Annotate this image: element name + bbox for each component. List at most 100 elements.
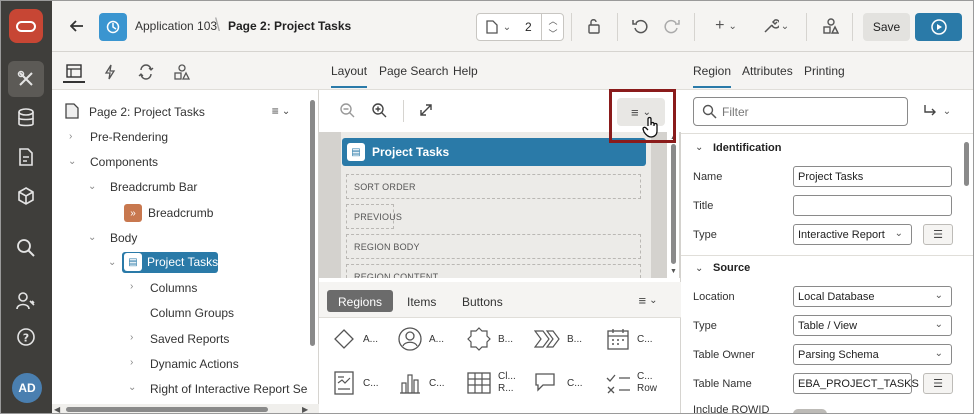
table-owner-select[interactable]: Parsing Schema ⌄ <box>793 344 952 365</box>
component-item[interactable]: C... <box>329 370 379 396</box>
scroll-right-icon[interactable]: ▶ <box>302 405 308 413</box>
chevron-down-icon[interactable]: ⌄ <box>128 382 136 393</box>
source-type-select[interactable]: Table / View ⌄ <box>793 315 952 336</box>
component-item[interactable]: C... Row <box>603 370 661 396</box>
name-field[interactable]: Project Tasks <box>793 166 952 187</box>
list-options-button[interactable]: ☰ <box>923 224 953 245</box>
user-avatar[interactable]: AD <box>12 373 42 403</box>
filter-input[interactable]: Filter <box>693 97 908 126</box>
vertical-scrollbar[interactable] <box>310 100 315 346</box>
application-icon[interactable] <box>99 13 127 41</box>
tab-buttons[interactable]: Buttons <box>451 290 514 312</box>
gallery-icon[interactable] <box>8 178 44 214</box>
tree-node-column-groups[interactable]: Column Groups <box>150 306 234 320</box>
scroll-thumb[interactable] <box>66 407 268 412</box>
chevron-down-icon[interactable]: ⌄ <box>88 181 96 192</box>
component-item[interactable]: C... <box>395 370 445 396</box>
component-item[interactable]: A... <box>395 326 444 352</box>
slot-region-body[interactable]: REGION BODY <box>346 234 641 259</box>
canvas-scrollbar[interactable]: ▲ ▼ <box>667 132 679 278</box>
type-select[interactable]: Interactive Report ⌄ <box>793 224 912 245</box>
chevron-down-icon[interactable]: ⌄ <box>88 232 96 243</box>
shared-components-icon[interactable] <box>820 15 842 37</box>
component-item[interactable]: C... <box>603 326 653 352</box>
chevron-down-icon[interactable]: ⌄ <box>68 156 76 167</box>
chevron-down-icon[interactable]: ⌄ <box>108 257 116 268</box>
tree-node-dynamic-actions[interactable]: Dynamic Actions <box>150 357 239 371</box>
chevron-right-icon[interactable]: › <box>69 131 72 142</box>
component-item[interactable]: C... <box>533 370 583 396</box>
application-name-link[interactable]: Application 103 <box>135 19 217 33</box>
chevron-up-icon[interactable]: ︿ <box>543 14 563 27</box>
scroll-thumb[interactable] <box>671 144 676 264</box>
scroll-down-icon[interactable]: ▼ <box>670 268 677 275</box>
horizontal-scrollbar[interactable]: ◀ ▶ <box>52 404 319 413</box>
tab-attributes[interactable]: Attributes <box>742 64 793 78</box>
lock-page-icon[interactable] <box>583 15 605 37</box>
oracle-logo[interactable] <box>9 9 43 43</box>
redo-icon[interactable] <box>661 15 683 37</box>
tree-menu-icon[interactable]: ≡ ⌄ <box>266 104 296 118</box>
tab-printing[interactable]: Printing <box>804 64 845 78</box>
table-name-field[interactable]: EBA_PROJECT_TASKS <box>793 373 919 394</box>
tree-root-label[interactable]: Page 2: Project Tasks <box>89 105 205 119</box>
section-source[interactable]: Source <box>713 262 750 274</box>
tree-node-breadcrumb[interactable]: Breadcrumb <box>148 206 213 220</box>
go-to-group-icon[interactable]: ⌄ <box>921 100 953 122</box>
tab-help[interactable]: Help <box>453 64 478 78</box>
tree-node-project-tasks-selected[interactable]: ▤ Project Tasks <box>122 252 218 273</box>
tree-node-pre-rendering[interactable]: Pre-Rendering <box>90 130 168 144</box>
scroll-left-icon[interactable]: ◀ <box>54 405 60 413</box>
zoom-out-icon[interactable] <box>337 100 357 120</box>
slot-sort-order[interactable]: SORT ORDER <box>346 174 641 199</box>
tab-regions[interactable]: Regions <box>327 290 394 312</box>
tree-node-components[interactable]: Components <box>90 155 158 169</box>
tab-layout[interactable]: Layout <box>331 64 368 88</box>
chevron-down-icon[interactable]: ⌄ <box>695 142 703 153</box>
list-options-button[interactable]: ☰ <box>923 373 953 394</box>
tab-region[interactable]: Region <box>693 64 732 88</box>
dynamic-actions-tab-icon[interactable] <box>99 61 121 83</box>
page-number-input[interactable]: 2 <box>525 20 532 34</box>
tree-node-body[interactable]: Body <box>110 231 137 245</box>
location-select[interactable]: Local Database ⌄ <box>793 286 952 307</box>
shared-components-tab-icon[interactable] <box>171 61 193 83</box>
administration-icon[interactable] <box>8 283 44 319</box>
section-identification[interactable]: Identification <box>713 142 781 154</box>
slot-region-content[interactable]: REGION CONTENT <box>346 264 641 278</box>
chevron-right-icon[interactable]: › <box>130 281 133 292</box>
app-builder-icon[interactable] <box>8 61 44 97</box>
team-development-icon[interactable] <box>8 139 44 175</box>
gallery-menu-icon[interactable]: ≡ ⌄ <box>633 290 663 310</box>
run-page-button[interactable] <box>915 13 962 41</box>
search-icon[interactable] <box>8 230 44 266</box>
tab-items[interactable]: Items <box>396 290 447 312</box>
back-arrow-icon[interactable] <box>66 15 88 37</box>
tree-node-breadcrumb-bar[interactable]: Breadcrumb Bar <box>110 180 197 194</box>
chevron-right-icon[interactable]: › <box>130 357 133 368</box>
title-field[interactable] <box>793 195 952 216</box>
save-button[interactable]: Save <box>863 13 910 41</box>
zoom-in-icon[interactable] <box>369 100 389 120</box>
component-item[interactable]: Cl... R... <box>464 370 524 396</box>
help-icon[interactable]: ? <box>8 319 44 355</box>
property-scrollbar[interactable] <box>964 142 969 186</box>
undo-icon[interactable] <box>629 15 651 37</box>
chevron-down-icon[interactable]: ⌄ <box>695 263 703 274</box>
rendering-tab-icon[interactable] <box>63 61 85 83</box>
expand-icon[interactable] <box>416 100 436 120</box>
create-menu-icon[interactable]: + ⌄ <box>708 15 744 37</box>
utilities-menu-icon[interactable]: ⌄ <box>758 15 794 37</box>
processing-tab-icon[interactable] <box>135 61 157 83</box>
chevron-down-icon[interactable]: ﹀ <box>543 27 563 40</box>
region-project-tasks[interactable]: ▤ Project Tasks <box>342 138 646 166</box>
slot-previous[interactable]: PREVIOUS <box>346 204 402 229</box>
tab-page-search[interactable]: Page Search <box>379 64 448 78</box>
tree-node-right-of-search[interactable]: Right of Interactive Report Searc <box>150 382 308 396</box>
include-rowid-toggle[interactable] <box>793 409 827 413</box>
tree-node-columns[interactable]: Columns <box>150 281 197 295</box>
component-item[interactable]: B... <box>464 326 513 352</box>
chevron-right-icon[interactable]: › <box>130 332 133 343</box>
page-selector[interactable]: ⌄ 2 ︿ ﹀ <box>476 13 564 41</box>
component-item[interactable]: B... <box>533 326 582 352</box>
